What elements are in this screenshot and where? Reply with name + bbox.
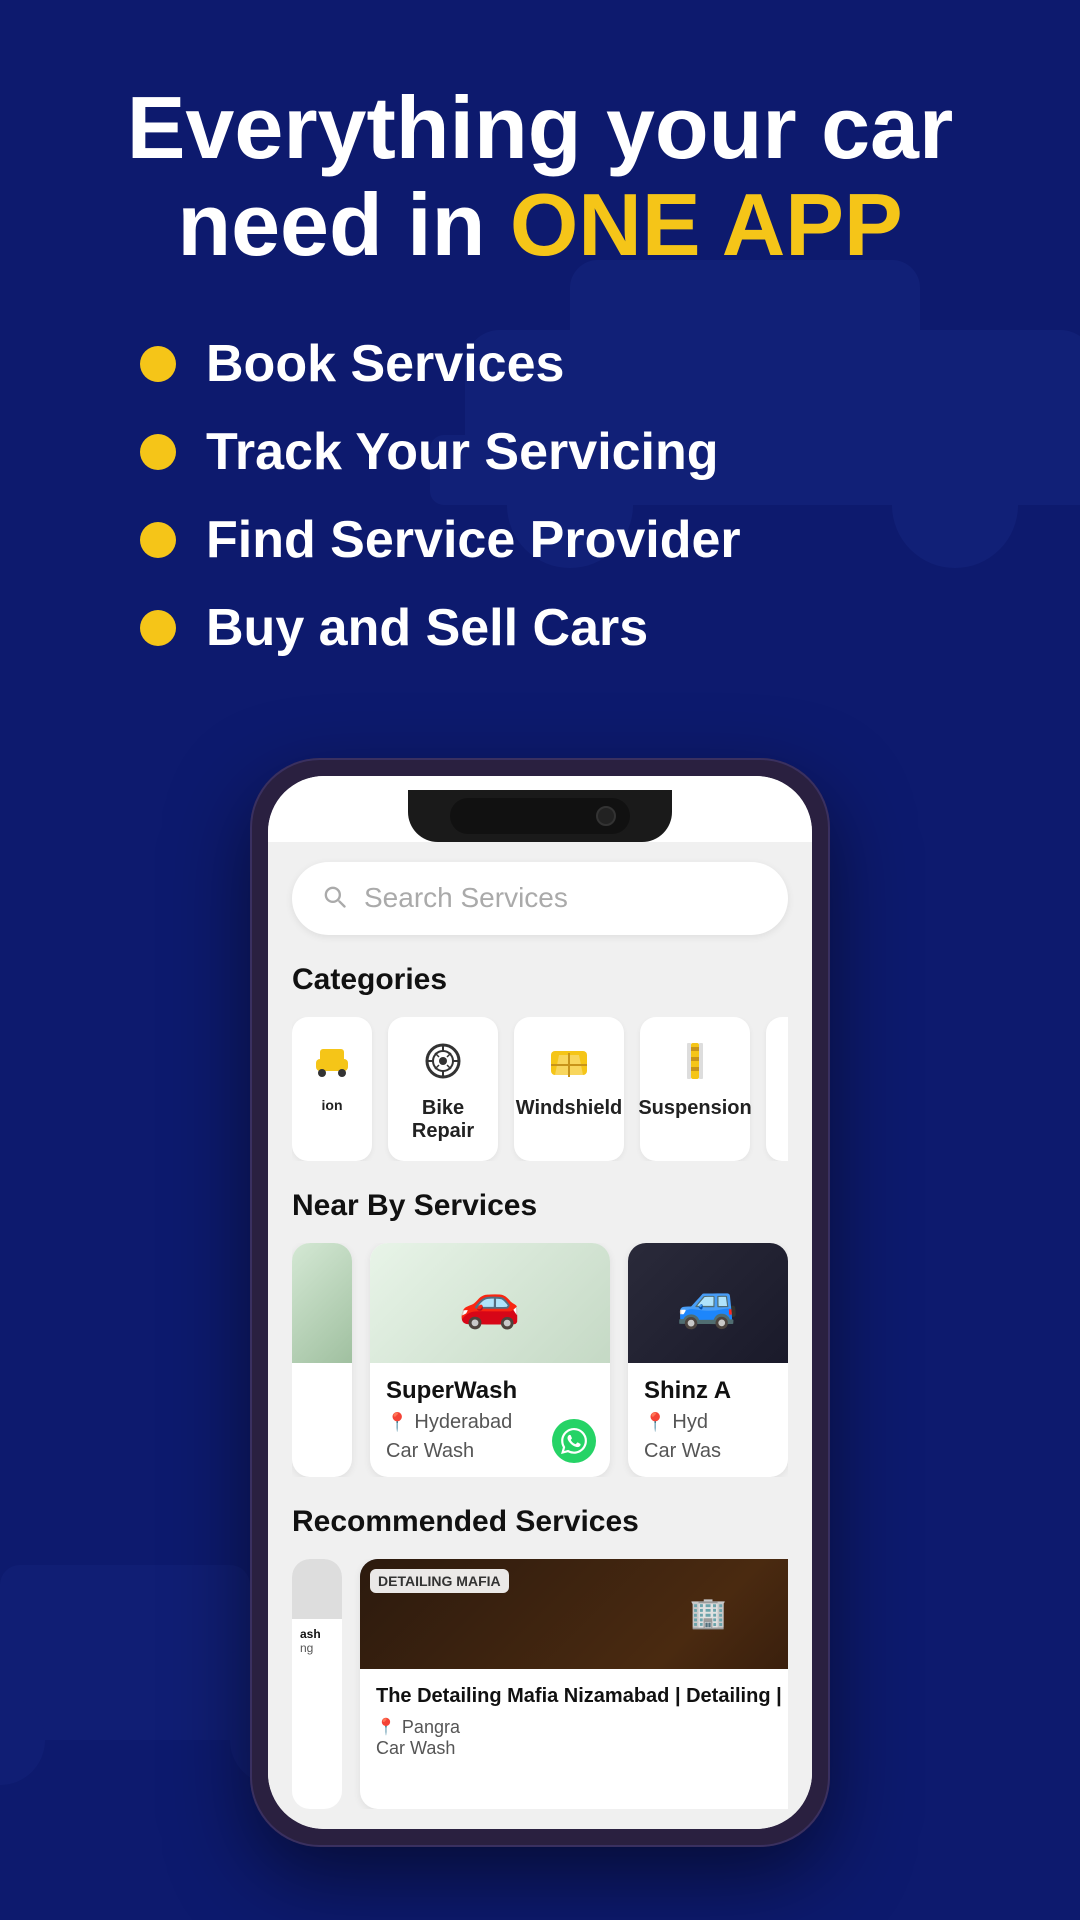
bullet-icon: [140, 610, 176, 646]
shinz-name: Shinz A: [644, 1377, 772, 1405]
detailing-city: Pangra: [402, 1717, 460, 1738]
location-pin-icon: 📍: [386, 1412, 408, 1433]
superwash-whatsapp-button[interactable]: [552, 1419, 596, 1463]
bullet-icon: [140, 434, 176, 470]
detailing-location: 📍 Pangra: [376, 1717, 788, 1738]
feature-find: Find Service Provider: [140, 510, 940, 570]
search-icon: [320, 882, 348, 915]
categories-section: Categories: [292, 963, 788, 1161]
detailing-building-icon: 🏢: [690, 1596, 727, 1631]
services-row: 🚗 SuperWash 📍 Hyderabad Car Wash: [292, 1243, 788, 1477]
category-bike-repair[interactable]: Bike Repair: [388, 1017, 498, 1161]
headline-highlight: ONE APP: [510, 175, 903, 274]
superwash-image: 🚗: [370, 1243, 610, 1363]
recommended-section: Recommended Services ash ng: [292, 1505, 788, 1809]
rec-partial-text: ash ng: [292, 1619, 342, 1663]
rec-partial-left[interactable]: ash ng: [292, 1559, 342, 1809]
feature-track: Track Your Servicing: [140, 422, 940, 482]
header-section: Everything your car need in ONE APP Book…: [0, 0, 1080, 698]
shinz-city: Hyd: [672, 1411, 708, 1434]
detailing-body: The Detailing Mafia Nizamabad | Detailin…: [360, 1669, 788, 1809]
category-tyres[interactable]: Tyres: [766, 1017, 788, 1161]
shinz-location: 📍 Hyd: [644, 1411, 772, 1434]
wash-partial-image: [292, 1243, 352, 1363]
shinz-type: Car Was: [644, 1440, 772, 1463]
bullet-icon: [140, 522, 176, 558]
suspension-label: Suspension: [638, 1097, 751, 1120]
category-item-partial[interactable]: ion: [292, 1017, 372, 1161]
partial-label: ion: [322, 1097, 343, 1113]
search-placeholder: Search Services: [364, 882, 568, 914]
shinz-body: Shinz A 📍 Hyd Car Was: [628, 1363, 788, 1477]
service-card-shinz[interactable]: 🚙 Shinz A 📍 Hyd Car Was: [628, 1243, 788, 1477]
phone-mockup: Search Services Categories: [0, 758, 1080, 1847]
bullet-icon: [140, 346, 176, 382]
bike-repair-label: Bike Repair: [404, 1097, 482, 1143]
windshield-icon: [543, 1035, 595, 1087]
rec-card-detailing[interactable]: 🏢 DETAILING MAFIA The Detailing Mafia Ni…: [360, 1559, 788, 1809]
shinz-pin-icon: 📍: [644, 1412, 666, 1433]
bike-repair-icon: [417, 1035, 469, 1087]
detailing-name: The Detailing Mafia Nizamabad | Detailin…: [376, 1683, 788, 1709]
phone-inner: Search Services Categories: [268, 776, 812, 1829]
wash-car-icon: 🚗: [459, 1273, 521, 1332]
phone-outer: Search Services Categories: [250, 758, 830, 1847]
detailing-label-badge: DETAILING MAFIA: [370, 1569, 509, 1593]
service-card-partial-left[interactable]: [292, 1243, 352, 1477]
service-card-superwash[interactable]: 🚗 SuperWash 📍 Hyderabad Car Wash: [370, 1243, 610, 1477]
app-content: Search Services Categories: [268, 842, 812, 1829]
categories-row: ion: [292, 1017, 788, 1161]
phone-top: [268, 776, 812, 842]
detailing-image: 🏢 DETAILING MAFIA: [360, 1559, 788, 1669]
shinz-image: 🚙: [628, 1243, 788, 1363]
notch-pill: [450, 798, 630, 834]
nearby-section: Near By Services 🚗 SuperWash: [292, 1189, 788, 1477]
category-windshield[interactable]: Windshield: [514, 1017, 624, 1161]
shinz-car-icon: 🚙: [677, 1273, 739, 1332]
headline-text-2: need in: [177, 175, 510, 274]
headline-text-1: Everything your car: [127, 78, 954, 177]
recommended-title: Recommended Services: [292, 1505, 788, 1539]
recommended-row: ash ng 🏢 DETAILING MAFIA: [292, 1559, 788, 1809]
windshield-label: Windshield: [516, 1097, 622, 1120]
nearby-title: Near By Services: [292, 1189, 788, 1223]
superwash-city: Hyderabad: [414, 1411, 512, 1434]
feature-book: Book Services: [140, 334, 940, 394]
headline: Everything your car need in ONE APP: [60, 80, 1020, 274]
feature-buy-text: Buy and Sell Cars: [206, 598, 648, 658]
phone-notch: [408, 790, 672, 842]
detailing-pin-icon: 📍: [376, 1717, 396, 1737]
partial-category-icon: [306, 1035, 358, 1087]
category-suspension[interactable]: Suspension: [640, 1017, 750, 1161]
feature-track-text: Track Your Servicing: [206, 422, 719, 482]
rec-partial-image: [292, 1559, 342, 1619]
search-bar[interactable]: Search Services: [292, 862, 788, 935]
features-list: Book Services Track Your Servicing Find …: [60, 334, 1020, 658]
feature-buy: Buy and Sell Cars: [140, 598, 940, 658]
feature-find-text: Find Service Provider: [206, 510, 741, 570]
detailing-type: Car Wash: [376, 1738, 788, 1759]
superwash-name: SuperWash: [386, 1377, 594, 1405]
categories-title: Categories: [292, 963, 788, 997]
suspension-icon: [669, 1035, 721, 1087]
feature-book-text: Book Services: [206, 334, 564, 394]
